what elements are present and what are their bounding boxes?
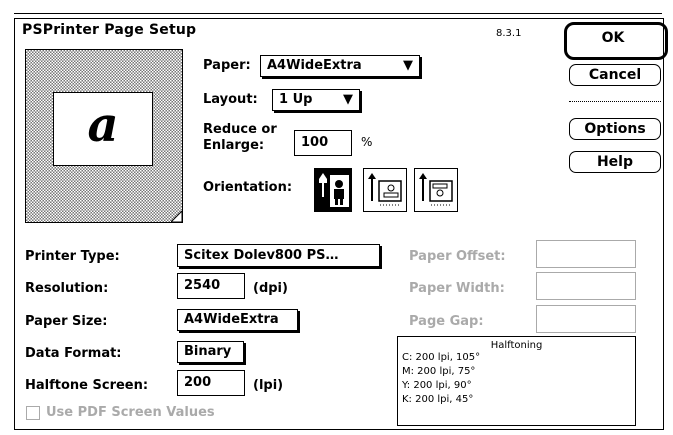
reduce-label-line1: Reduce or (203, 122, 277, 137)
landscape-icon (368, 173, 402, 206)
top-separator (14, 13, 662, 14)
halftoning-box: Halftoning C: 200 lpi, 105° M: 200 lpi, … (397, 336, 636, 426)
page-gap-label: Page Gap: (409, 314, 484, 329)
halftone-screen-label: Halftone Screen: (25, 378, 149, 393)
version-label: 8.3.1 (496, 28, 522, 39)
data-format-popup[interactable]: Binary (177, 341, 244, 363)
halftone-screen-input[interactable]: 200 (177, 370, 245, 396)
paper-width-input[interactable] (536, 272, 636, 300)
halftoning-title: Halftoning (490, 340, 543, 351)
options-button[interactable]: Options (569, 118, 661, 140)
paper-offset-input[interactable] (536, 240, 636, 268)
halftone-screen-unit: (lpi) (253, 378, 284, 393)
paper-width-label: Paper Width: (409, 281, 505, 296)
layout-value: 1 Up (279, 92, 313, 107)
popup-arrow-icon: ▼ (343, 92, 353, 107)
printer-type-label: Printer Type: (25, 249, 120, 264)
pdf-screen-checkbox[interactable] (26, 406, 40, 420)
resolution-label: Resolution: (25, 281, 109, 296)
portrait-icon (319, 173, 349, 207)
button-separator (569, 101, 661, 103)
paper-offset-label: Paper Offset: (409, 249, 506, 264)
page-curl-icon (171, 211, 183, 223)
halftoning-row-y: Y: 200 lpi, 90° (402, 380, 472, 391)
page-preview: a (25, 49, 185, 225)
popup-arrow-icon: ▼ (403, 58, 413, 73)
resolution-input[interactable]: 2540 (177, 273, 245, 299)
paper-size-label: Paper Size: (25, 314, 108, 329)
dialog-title: PSPrinter Page Setup (22, 22, 197, 38)
orientation-landscape-button[interactable] (363, 168, 407, 212)
halftoning-row-k: K: 200 lpi, 45° (402, 394, 474, 405)
cancel-button[interactable]: Cancel (569, 64, 661, 86)
pdf-screen-label: Use PDF Screen Values (46, 405, 215, 420)
layout-label: Layout: (203, 92, 258, 107)
paper-size-popup[interactable]: A4WideExtra (177, 309, 298, 331)
preview-glyph: a (87, 97, 119, 153)
paper-label: Paper: (203, 58, 251, 73)
orientation-portrait-button[interactable] (314, 168, 352, 212)
orientation-label: Orientation: (203, 180, 293, 195)
printer-type-popup[interactable]: Scitex Dolev800 PS… (177, 244, 380, 267)
resolution-unit: (dpi) (253, 281, 288, 296)
halftoning-row-m: M: 200 lpi, 75° (402, 366, 476, 377)
orientation-landscape-flipped-button[interactable] (414, 168, 458, 212)
scale-input[interactable]: 100 (294, 130, 352, 156)
halftoning-row-c: C: 200 lpi, 105° (402, 352, 481, 363)
data-format-label: Data Format: (25, 346, 122, 361)
reduce-label-line2: Enlarge: (203, 138, 265, 153)
help-button[interactable]: Help (569, 151, 661, 173)
reduce-label: Reduce or Enlarge: (203, 122, 277, 154)
paper-value: A4WideExtra (267, 58, 362, 73)
layout-popup[interactable]: 1 Up ▼ (272, 89, 360, 111)
paper-popup[interactable]: A4WideExtra ▼ (260, 55, 420, 77)
percent-unit: % (361, 135, 373, 149)
page-gap-input[interactable] (536, 305, 636, 333)
ok-button[interactable]: OK (569, 27, 657, 49)
landscape-flipped-icon (419, 173, 453, 206)
preview-paper: a (53, 92, 153, 166)
